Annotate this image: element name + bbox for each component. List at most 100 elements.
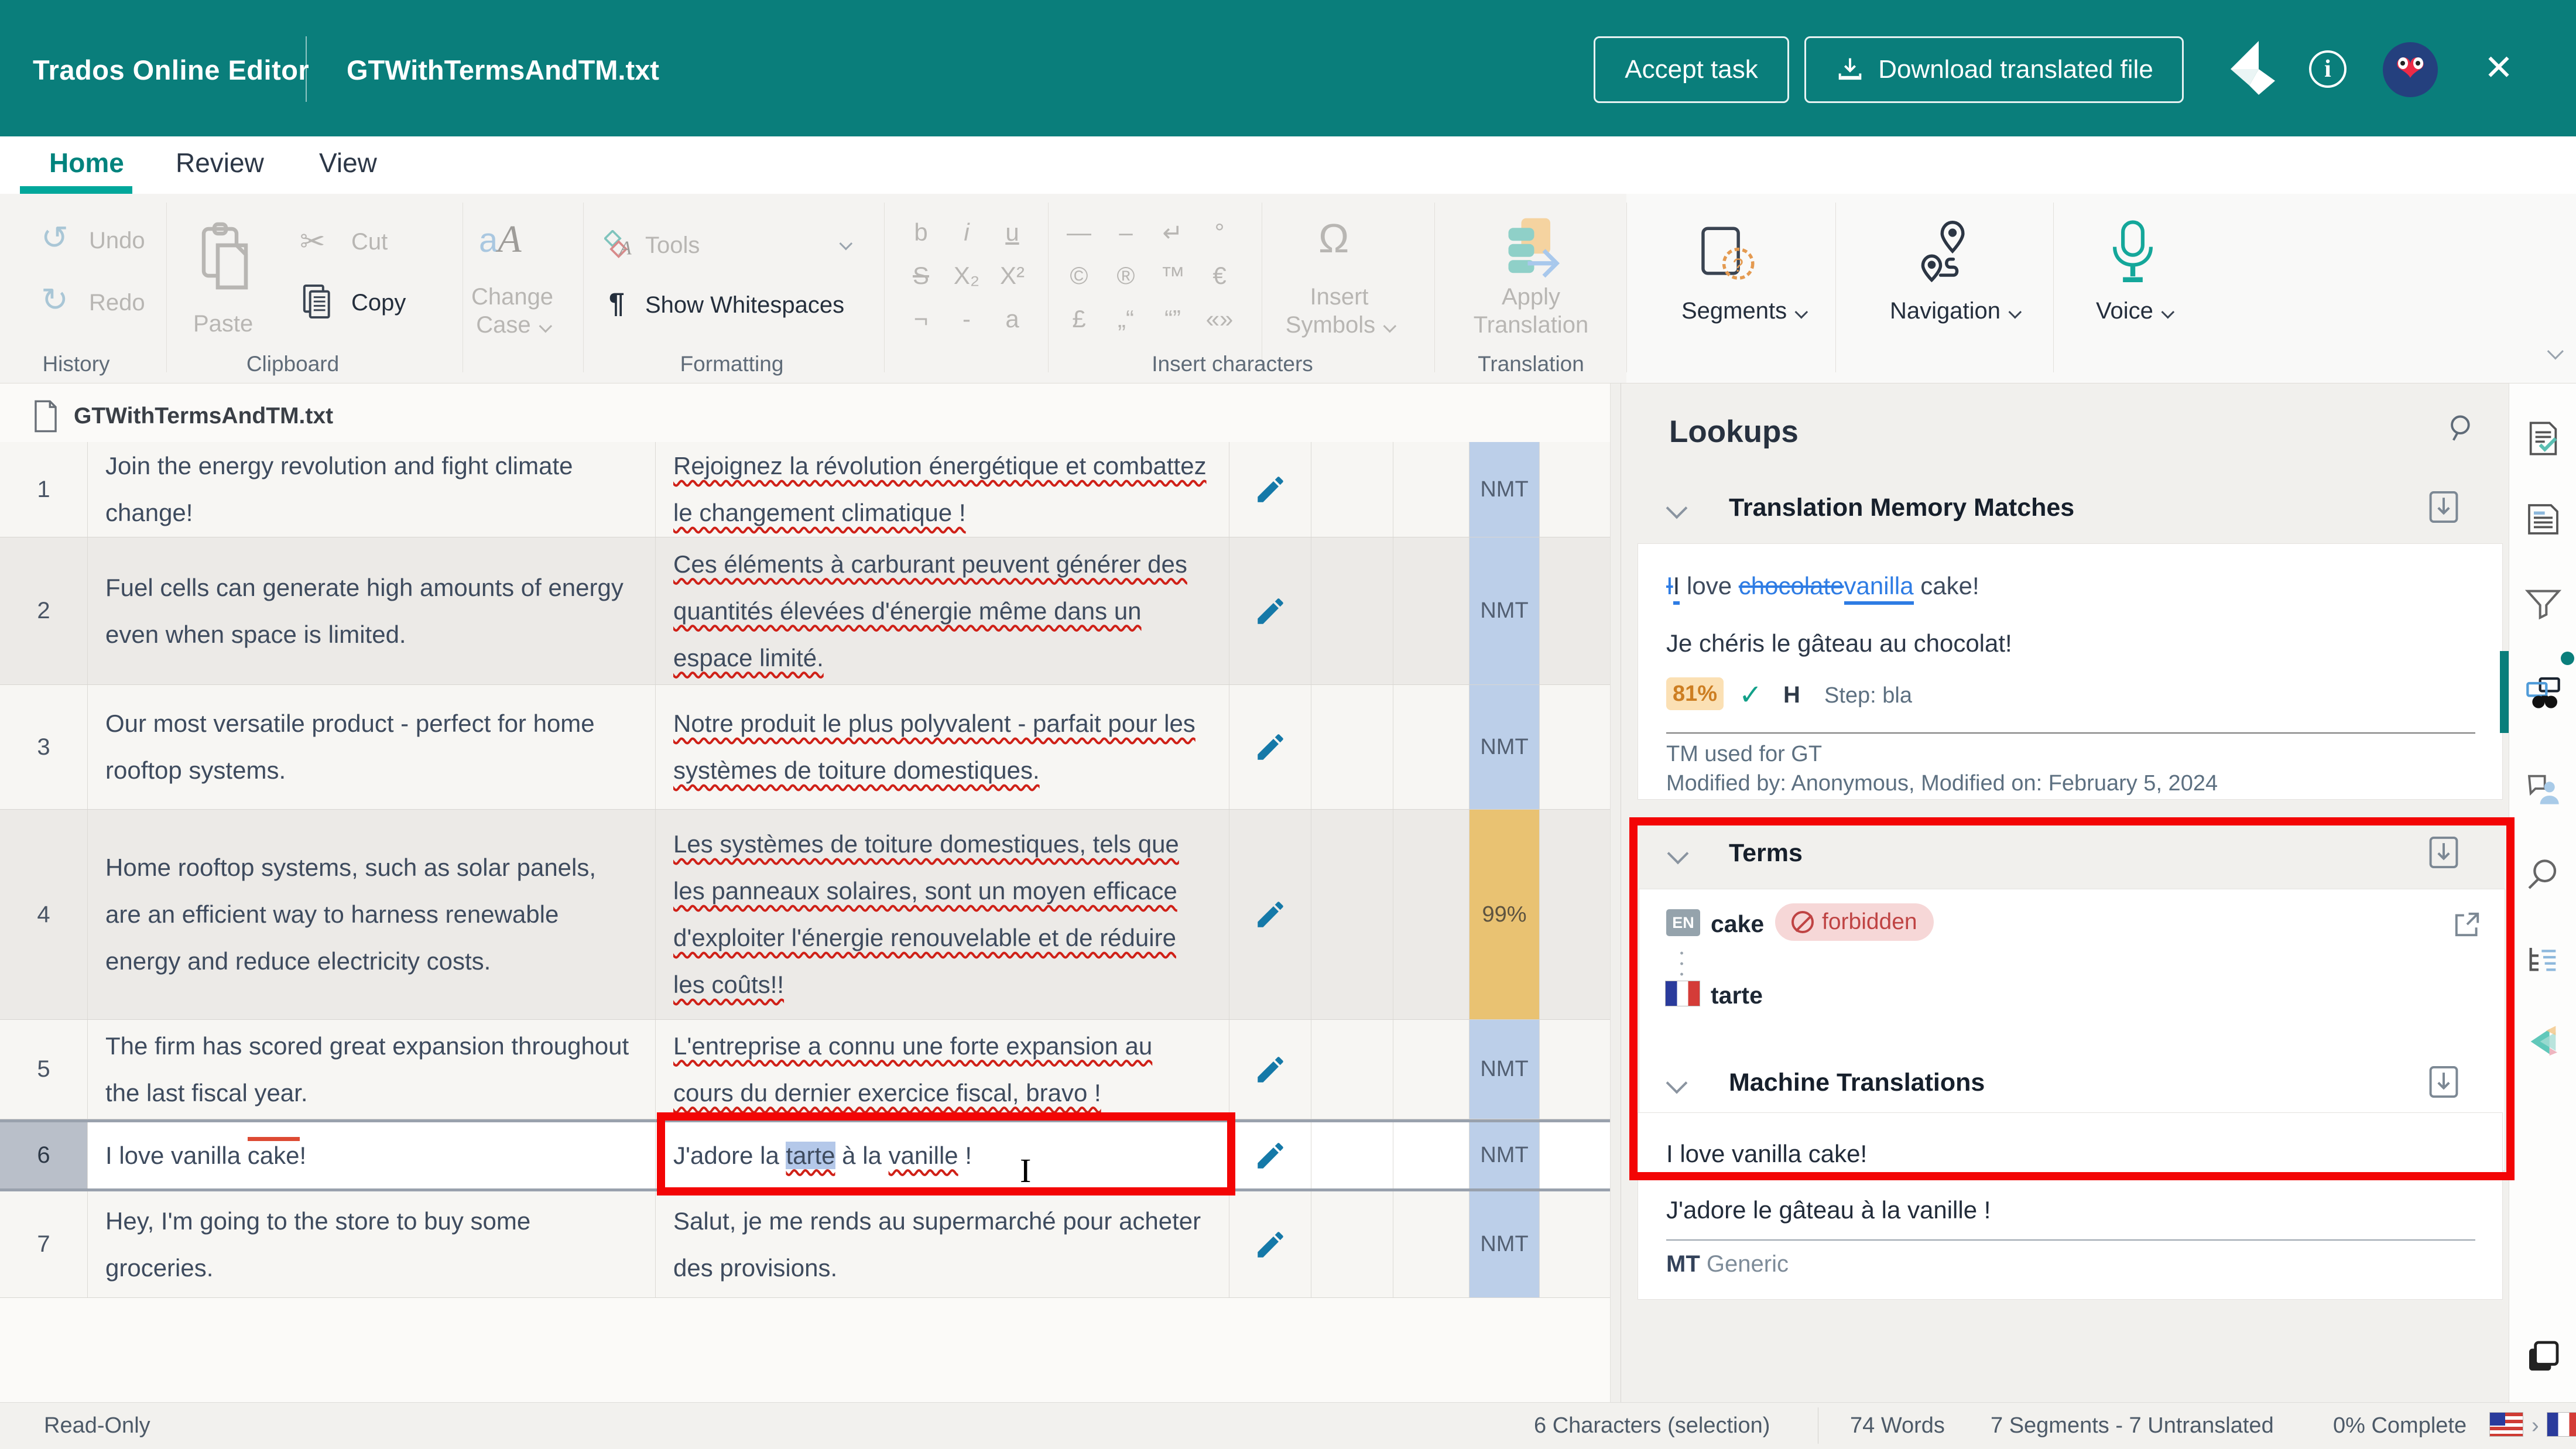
segment-source[interactable]: Our most versatile product - perfect for… — [88, 685, 656, 809]
segment-lock-cell[interactable] — [1393, 442, 1469, 537]
segment-comment-cell[interactable] — [1311, 1122, 1393, 1188]
segment-lock-cell[interactable] — [1393, 810, 1469, 1019]
navigation-button[interactable]: Navigation — [1890, 298, 2018, 324]
segment-status-draft-icon[interactable] — [1229, 1191, 1311, 1297]
segment-target[interactable]: Rejoignez la révolution énergétique et c… — [656, 442, 1229, 537]
char-button[interactable]: ↵ — [1152, 218, 1193, 247]
segment-comment-cell[interactable] — [1311, 685, 1393, 809]
filter-icon[interactable] — [2524, 585, 2562, 622]
paste-icon[interactable] — [199, 222, 258, 304]
insert-symbols-icon[interactable]: Ω — [1318, 215, 1349, 262]
language-weaver-icon[interactable] — [2524, 1023, 2562, 1060]
segment-source[interactable]: Join the energy revolution and fight cli… — [88, 442, 656, 537]
segment-status-draft-icon[interactable] — [1229, 537, 1311, 684]
segment-lock-cell[interactable] — [1393, 685, 1469, 809]
close-icon[interactable]: ✕ — [2480, 49, 2517, 87]
tab-review[interactable]: Review — [176, 147, 264, 179]
segment-target[interactable]: L'entreprise a connu une forte expansion… — [656, 1020, 1229, 1119]
change-case-button[interactable]: Change Case — [463, 283, 562, 339]
char-button[interactable]: © — [1059, 262, 1099, 290]
cut-button[interactable]: Cut — [351, 229, 388, 255]
comments-icon[interactable] — [2524, 770, 2562, 807]
segments-button[interactable]: Segments — [1681, 298, 1804, 324]
document-structure-icon[interactable] — [2524, 943, 2562, 981]
segment-comment-cell[interactable] — [1311, 810, 1393, 1019]
segment-status-draft-icon[interactable] — [1229, 685, 1311, 809]
char-button[interactable]: - — [946, 305, 987, 333]
char-button[interactable]: € — [1199, 262, 1240, 290]
segment-target[interactable]: Salut, je me rends au supermarché pour a… — [656, 1191, 1229, 1297]
char-button[interactable]: ¬ — [900, 305, 941, 333]
redo-icon[interactable]: ↻ — [41, 280, 68, 319]
apply-translation-button[interactable]: Apply Translation — [1452, 283, 1610, 339]
segment-status-draft-icon[interactable] — [1229, 810, 1311, 1019]
char-button[interactable]: S — [900, 262, 941, 290]
segment-source[interactable]: Hey, I'm going to the store to buy some … — [88, 1191, 656, 1297]
segment-row[interactable]: 1 Join the energy revolution and fight c… — [0, 442, 1611, 537]
voice-icon[interactable] — [2106, 217, 2159, 286]
segment-status-draft-icon[interactable] — [1229, 1020, 1311, 1119]
insert-symbols-button[interactable]: Insert Symbols — [1273, 283, 1405, 339]
segment-source[interactable]: I love vanilla cake! — [88, 1122, 656, 1188]
segment-source[interactable]: Home rooftop systems, such as solar pane… — [88, 810, 656, 1019]
segment-comment-cell[interactable] — [1311, 1020, 1393, 1119]
lookups-binoculars-icon[interactable] — [2524, 674, 2562, 711]
segment-status-draft-icon[interactable] — [1229, 1122, 1311, 1188]
segment-comment-cell[interactable] — [1311, 537, 1393, 684]
tm-apply-icon[interactable] — [2428, 490, 2459, 524]
segment-comment-cell[interactable] — [1311, 442, 1393, 537]
char-button[interactable]: – — [1105, 218, 1146, 246]
apply-translation-icon[interactable] — [1499, 215, 1563, 283]
download-translated-file-button[interactable]: Download translated file — [1804, 36, 2184, 103]
segment-lock-cell[interactable] — [1393, 1191, 1469, 1297]
redo-button[interactable]: Redo — [89, 290, 145, 316]
reviewed-document-icon[interactable] — [2524, 420, 2562, 457]
duplicate-icon[interactable] — [2524, 1338, 2562, 1375]
segment-target[interactable]: Ces éléments à carburant peuvent générer… — [656, 537, 1229, 684]
char-button[interactable]: X₂ — [946, 262, 987, 290]
segment-status-draft-icon[interactable] — [1229, 442, 1311, 537]
segment-row[interactable]: 7 Hey, I'm going to the store to buy som… — [0, 1191, 1611, 1298]
segment-row[interactable]: 4 Home rooftop systems, such as solar pa… — [0, 810, 1611, 1020]
tm-section-header[interactable]: Translation Memory Matches — [1621, 494, 2509, 535]
char-button[interactable]: a — [992, 305, 1033, 333]
segment-lock-cell[interactable] — [1393, 1020, 1469, 1119]
show-whitespaces-icon[interactable]: ¶ — [609, 287, 625, 320]
undo-button[interactable]: Undo — [89, 228, 145, 254]
segment-comment-cell[interactable] — [1311, 1191, 1393, 1297]
segment-lock-cell[interactable] — [1393, 537, 1469, 684]
tm-match-card[interactable]: II love chocolatevanilla cake! Je chéris… — [1638, 543, 2503, 800]
tools-button[interactable]: Tools — [645, 232, 700, 259]
tab-home[interactable]: Home — [49, 147, 124, 179]
tab-view[interactable]: View — [319, 147, 377, 179]
segment-source[interactable]: The firm has scored great expansion thro… — [88, 1020, 656, 1119]
char-button[interactable]: i — [946, 218, 987, 246]
avatar[interactable]: ❤ — [2383, 42, 2438, 97]
char-button[interactable]: ° — [1199, 218, 1240, 246]
paste-button[interactable]: Paste — [193, 311, 253, 337]
lookups-search-icon[interactable] — [2447, 413, 2477, 443]
segment-row[interactable]: 3 Our most versatile product - perfect f… — [0, 685, 1611, 810]
change-case-icon[interactable]: aA — [479, 217, 522, 262]
voice-button[interactable]: Voice — [2096, 298, 2171, 324]
char-button[interactable]: X² — [992, 262, 1033, 290]
copy-icon[interactable] — [300, 283, 335, 320]
char-button[interactable]: «» — [1199, 305, 1240, 333]
info-icon[interactable]: i — [2309, 50, 2347, 88]
char-button[interactable]: ™ — [1152, 262, 1193, 290]
cut-icon[interactable]: ✂ — [300, 224, 326, 259]
segment-target[interactable]: Notre produit le plus polyvalent - parfa… — [656, 685, 1229, 809]
segment-source[interactable]: Fuel cells can generate high amounts of … — [88, 537, 656, 684]
navigation-icon[interactable] — [1913, 217, 1974, 285]
char-button[interactable]: £ — [1059, 305, 1099, 333]
segment-row[interactable]: 2 Fuel cells can generate high amounts o… — [0, 537, 1611, 685]
trados-bird-icon[interactable] — [2224, 34, 2280, 103]
tools-icon[interactable]: A — [604, 230, 635, 261]
editor-scrollbar[interactable] — [1610, 383, 1621, 1402]
char-button[interactable]: b — [900, 218, 941, 246]
char-button[interactable]: “” — [1152, 305, 1193, 333]
show-whitespaces-button[interactable]: Show Whitespaces — [645, 292, 844, 318]
tm-collapse-icon[interactable] — [1666, 498, 1688, 519]
undo-icon[interactable]: ↺ — [41, 218, 68, 257]
accept-task-button[interactable]: Accept task — [1594, 36, 1789, 103]
